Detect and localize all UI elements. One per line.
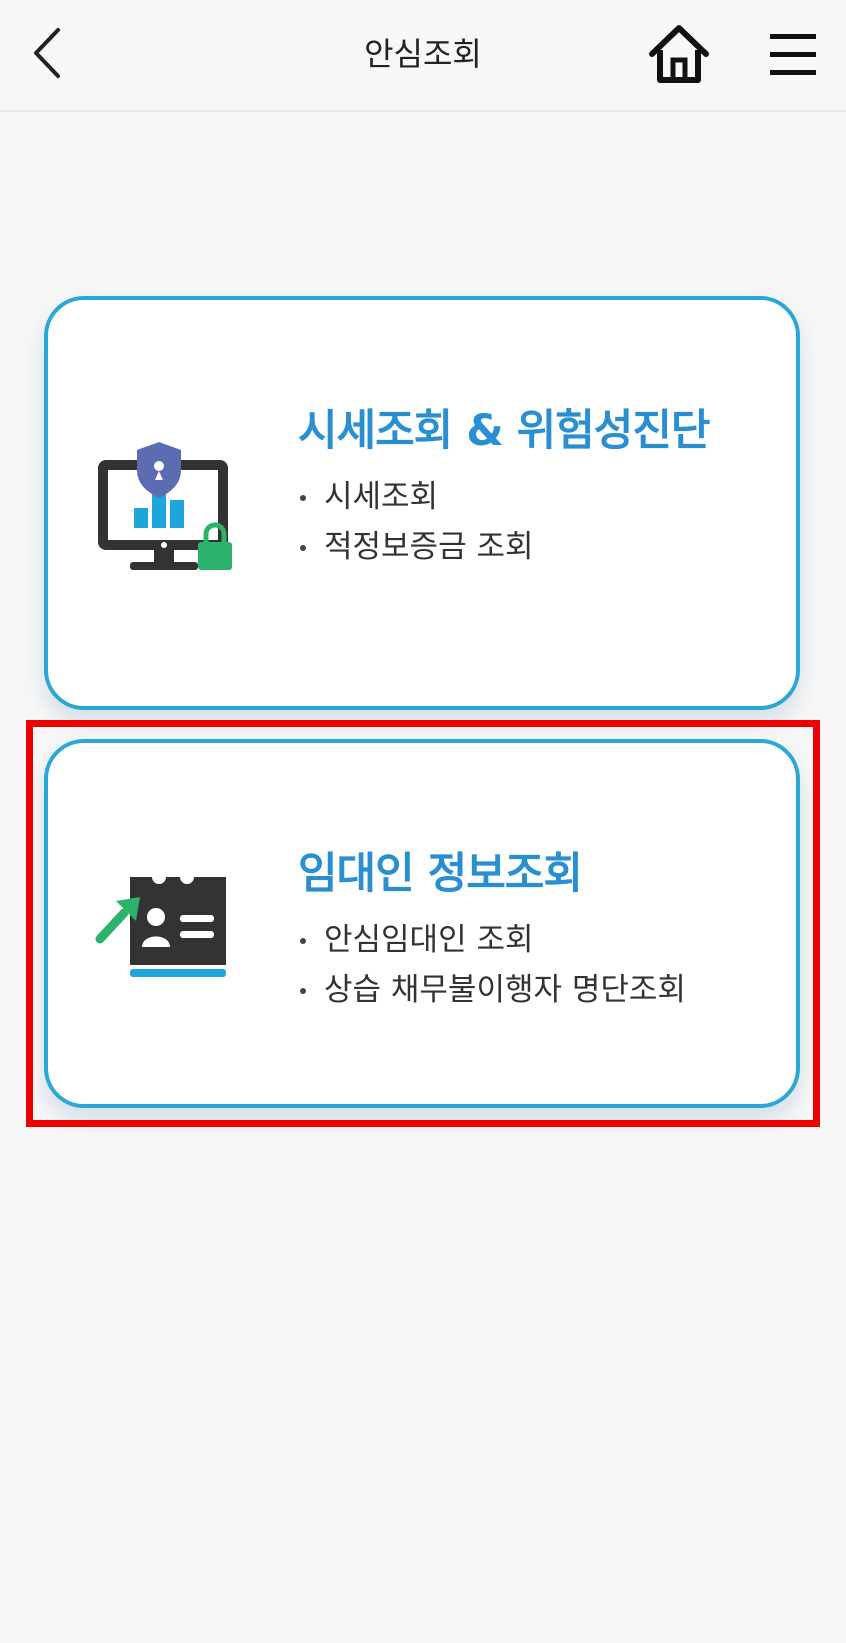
top-app-bar: 안심조회 bbox=[0, 0, 846, 112]
card-feature-list: 안심임대인 조회 상습 채무불이행자 명단조회 bbox=[298, 915, 686, 1015]
landlord-info-card[interactable]: 임대인 정보조회 안심임대인 조회 상습 채무불이행자 명단조회 bbox=[44, 739, 800, 1108]
home-button[interactable] bbox=[644, 20, 714, 90]
screen: 안심조회 시세조회 & 위험성진단 시세조회 적정보증금 조회 임대인 정보조회… bbox=[0, 0, 846, 1643]
price-risk-card[interactable]: 시세조회 & 위험성진단 시세조회 적정보증금 조회 bbox=[44, 296, 800, 710]
card-title: 시세조회 & 위험성진단 bbox=[298, 406, 710, 456]
list-item: 안심임대인 조회 bbox=[298, 915, 686, 965]
list-item: 시세조회 bbox=[298, 472, 534, 522]
monitor-chart-lock-icon bbox=[94, 438, 234, 576]
list-item: 적정보증금 조회 bbox=[298, 522, 534, 572]
card-feature-list: 시세조회 적정보증금 조회 bbox=[298, 472, 534, 572]
list-item: 상습 채무불이행자 명단조회 bbox=[298, 965, 686, 1015]
home-icon bbox=[649, 25, 709, 83]
id-card-arrow-icon bbox=[94, 869, 234, 981]
hamburger-menu-icon bbox=[770, 34, 816, 75]
page-title: 안심조회 bbox=[364, 35, 482, 73]
back-button[interactable] bbox=[22, 22, 92, 88]
card-title: 임대인 정보조회 bbox=[298, 849, 583, 899]
menu-button[interactable] bbox=[760, 22, 826, 88]
chevron-left-icon bbox=[34, 28, 60, 78]
